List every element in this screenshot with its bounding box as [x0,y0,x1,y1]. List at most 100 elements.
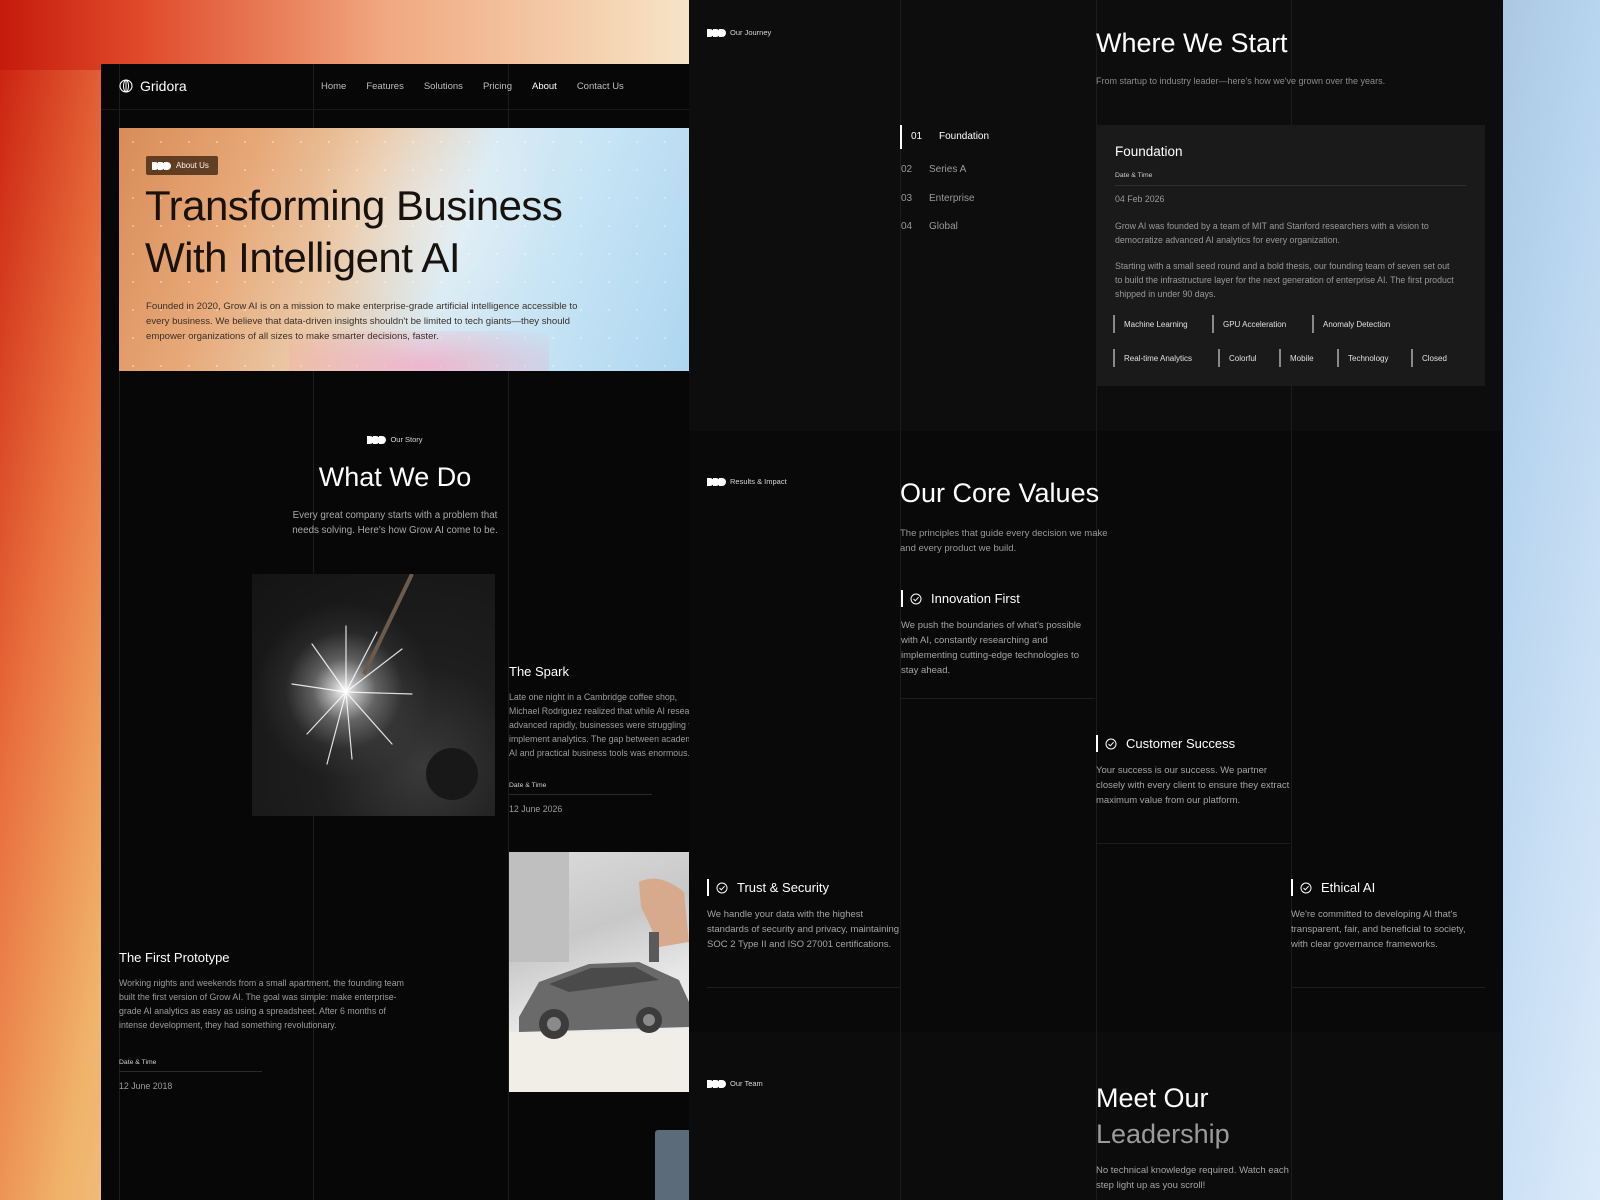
step-number: 04 [901,221,913,232]
car-illustration [509,852,689,1092]
timeline-step-enterprise[interactable]: 03 Enterprise [901,193,975,204]
section-title: Our Core Values [900,478,1100,508]
sparkler-image [252,574,495,816]
hero-title: Transforming Business With Intelligent A… [145,180,665,284]
section-title: Meet Our Leadership [1096,1080,1230,1152]
milestone-detail-card: Foundation Date & Time 04 Feb 2026 Grow … [1096,125,1485,386]
card-description: Working nights and weekends from a small… [119,978,404,1030]
divider [119,1071,262,1072]
card-date: 12 June 2026 [509,804,563,814]
our-journey-label: Our Journey [707,28,771,37]
section-subtitle: Every great company starts with a proble… [292,510,498,536]
tag[interactable]: Closed [1411,349,1456,367]
team-title-line: Leadership [1096,1119,1230,1149]
value-description: We handle your data with the highest sta… [707,909,900,950]
value-card-header: Trust & Security [707,879,829,896]
results-impact-label: Results & Impact [707,477,787,486]
timeline-step-foundation[interactable]: 01 Foundation [911,131,989,142]
tag[interactable]: Machine Learning [1113,315,1197,333]
check-badge-icon [716,882,728,893]
nav-home[interactable]: Home [321,81,346,92]
section-label: Results & Impact [730,477,787,486]
divider [901,698,1095,699]
card-title: The Spark [509,664,569,679]
active-step-indicator [900,125,902,149]
milestone-paragraph: Grow AI was founded by a team of MIT and… [1115,221,1429,245]
navbar: Gridora Home Features Solutions Pricing … [101,64,689,110]
tag[interactable]: Real-time Analytics [1113,349,1201,367]
hero-title-line: With Intelligent AI [145,234,461,281]
divider [1291,987,1485,988]
about-page-right: Our Journey Where We Start From startup … [689,0,1503,1200]
milestone-title: Foundation [1115,144,1183,159]
brand-name: Gridora [140,78,187,94]
value-description: We push the boundaries of what's possibl… [901,620,1082,676]
step-label: Global [929,221,958,232]
brand-mark-icon [707,477,726,486]
check-badge-icon [910,593,922,604]
milestone-meta-label: Date & Time [1115,172,1153,179]
hero-section: About Us Transforming Business With Inte… [119,128,689,371]
step-number: 03 [901,193,913,204]
our-story-label: Our Story [101,435,689,444]
tag[interactable]: Colorful [1218,349,1266,367]
hero-title-line: Transforming Business [145,182,563,229]
nav-about[interactable]: About [532,81,557,92]
brand-mark-icon [152,161,171,170]
card-meta-label: Date & Time [119,1059,157,1066]
nav-pricing[interactable]: Pricing [483,81,512,92]
tag[interactable]: GPU Acceleration [1212,315,1295,333]
step-number: 01 [911,131,923,142]
nav-features[interactable]: Features [366,81,404,92]
section-title: What We Do [318,462,472,492]
brand-mark-icon [707,28,726,37]
value-card-header: Customer Success [1096,735,1235,752]
about-page-left: Gridora Home Features Solutions Pricing … [101,64,689,1200]
nav-contact[interactable]: Contact Us [577,81,624,92]
tag[interactable]: Mobile [1279,349,1323,367]
nav-solutions[interactable]: Solutions [424,81,463,92]
card-title: The First Prototype [119,950,230,965]
tag[interactable]: Anomaly Detection [1312,315,1399,333]
value-description: We're committed to developing AI that's … [1291,909,1466,950]
tag[interactable]: Technology [1337,349,1397,367]
value-title: Trust & Security [737,880,829,895]
divider [707,987,901,988]
our-team-label: Our Team [707,1079,763,1088]
nav-links: Home Features Solutions Pricing About Co… [321,81,644,92]
value-title: Ethical AI [1321,880,1376,895]
milestone-paragraph: Starting with a small seed round and a b… [1115,261,1454,299]
timeline-step-series-a[interactable]: 02 Series A [901,164,966,175]
section-title: Where We Start [1096,28,1288,58]
step-number: 02 [901,164,913,175]
section-label: Our Journey [730,28,772,37]
background-gradient [0,0,700,70]
milestone-date: 04 Feb 2026 [1115,194,1165,204]
value-card-header: Ethical AI [1291,879,1375,896]
logo[interactable]: Gridora [119,78,187,94]
card-meta-label: Date & Time [509,782,547,789]
sparkler-rays [291,574,478,800]
badge-label: About Us [176,161,209,170]
brand-mark-icon [367,435,387,444]
section-subtitle: No technical knowledge required. Watch e… [1096,1165,1289,1191]
globe-icon [119,79,133,93]
section-subtitle: From startup to industry leader—here's h… [1096,76,1386,86]
brand-mark-icon [707,1079,726,1088]
hero-description: Founded in 2020, Grow AI is on a mission… [146,301,578,342]
value-description: Your success is our success. We partner … [1096,765,1290,806]
section-label: Our Team [730,1079,763,1088]
card-description: Late one night in a Cambridge coffee sho… [509,692,689,758]
timeline-step-global[interactable]: 04 Global [901,221,958,232]
step-label: Series A [929,164,967,175]
image-preview [655,1130,689,1200]
team-title-line: Meet Our [1096,1083,1209,1113]
value-title: Customer Success [1126,736,1236,751]
section-subtitle: The principles that guide every decision… [900,528,1108,554]
divider [1115,185,1466,186]
value-title: Innovation First [931,591,1020,606]
divider [1096,843,1290,844]
car-model-image [509,852,689,1092]
card-date: 12 June 2018 [119,1081,173,1091]
step-label: Foundation [939,131,990,142]
